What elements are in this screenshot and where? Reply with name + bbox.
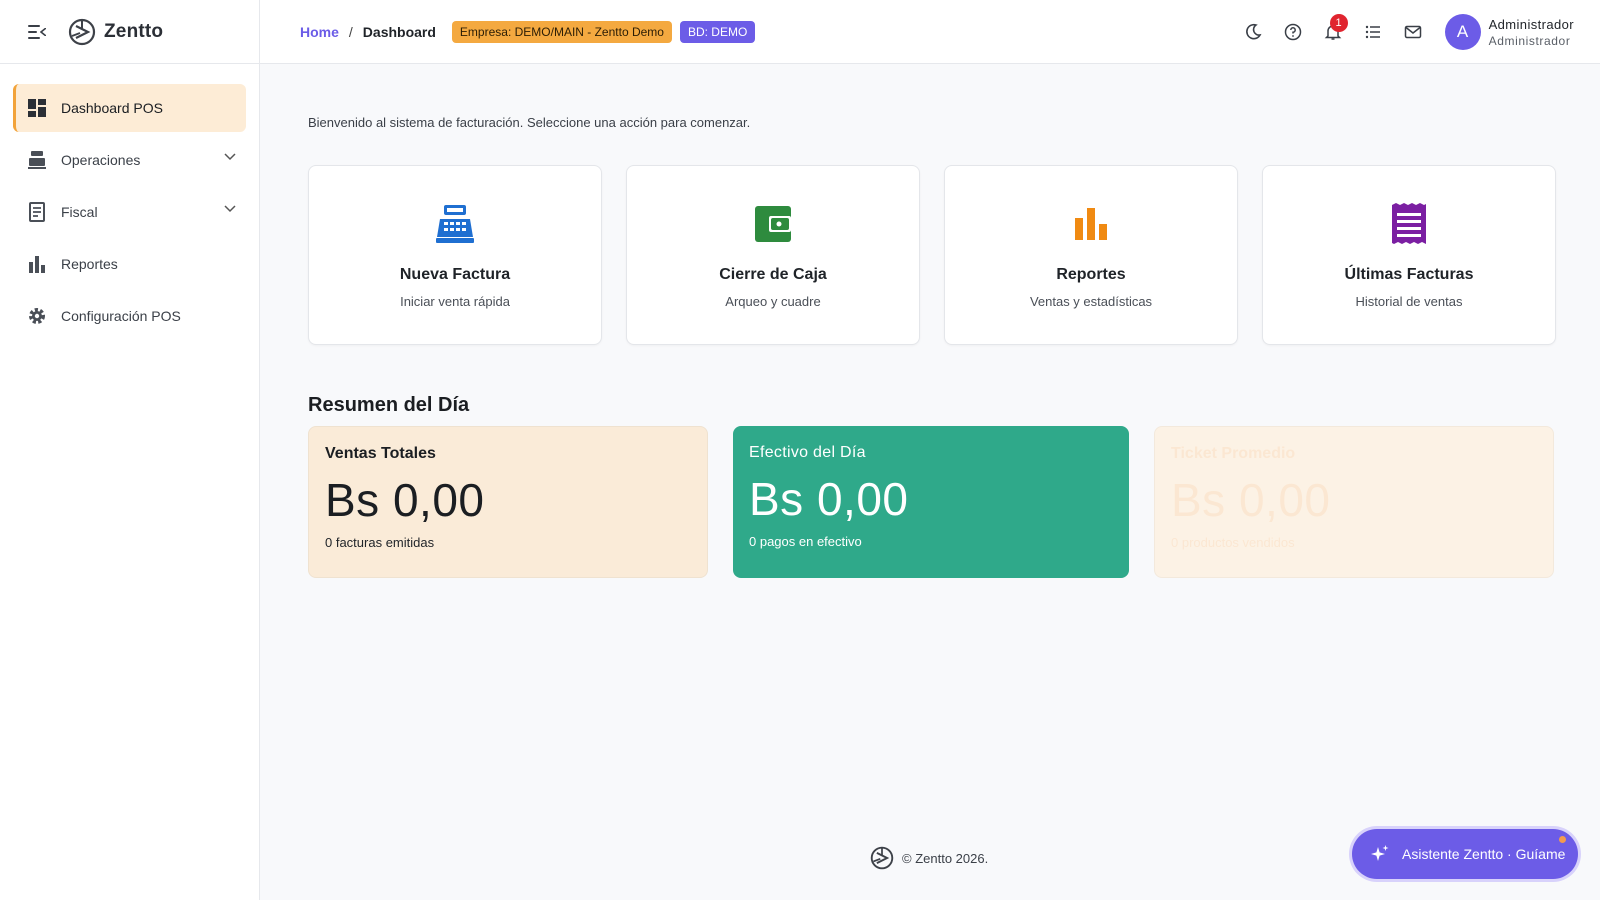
summary-title: Resumen del Día [308, 394, 470, 416]
sidebar-item-operaciones[interactable]: Operaciones [13, 136, 246, 184]
database-badge: BD: DEMO [679, 20, 756, 43]
topbar: Home / Dashboard Empresa: DEMO/MAIN - Ze… [260, 0, 1600, 64]
brand-name: Zentto [104, 20, 164, 42]
zentto-logo-icon [68, 18, 96, 45]
notification-count-badge: 1 [1329, 14, 1348, 32]
sidebar-item-configuracion-pos[interactable]: Configuración POS [13, 292, 246, 340]
cash-register-icon [27, 150, 47, 170]
assistant-button[interactable]: Asistente Zentto · Guíame [1352, 829, 1578, 879]
sidebar: Zentto Dashboard POS Operaciones Fiscal [0, 0, 260, 900]
stat-footnote: 0 facturas emitidas [325, 535, 435, 550]
list-icon[interactable] [1353, 12, 1393, 52]
brand[interactable]: Zentto [68, 18, 163, 46]
assistant-label: Asistente Zentto · Guíame [1402, 846, 1566, 862]
assistant-indicator-dot [1559, 836, 1566, 843]
stat-label: Ventas Totales [325, 445, 436, 462]
breadcrumb-current: Dashboard [362, 23, 436, 40]
quick-actions: Nueva Factura Iniciar venta rápida Cierr… [308, 165, 1556, 345]
welcome-message: Bienvenido al sistema de facturación. Se… [308, 115, 751, 130]
stat-ventas-totales: Ventas Totales Bs 0,00 0 facturas emitid… [308, 426, 708, 578]
stat-efectivo-del-dia: Efectivo del Día Bs 0,00 0 pagos en efec… [733, 426, 1129, 578]
footer: © Zentto 2026. [870, 846, 988, 870]
card-nueva-factura[interactable]: Nueva Factura Iniciar venta rápida [308, 165, 602, 345]
stat-label: Efectivo del Día [749, 444, 866, 461]
sidebar-item-label: Dashboard POS [61, 100, 163, 116]
stat-value: Bs 0,00 [1171, 474, 1331, 526]
card-subtitle: Arqueo y cuadre [725, 294, 821, 309]
card-title: Últimas Facturas [1344, 266, 1474, 283]
bar-chart-icon [1073, 202, 1109, 246]
help-icon[interactable] [1273, 12, 1313, 52]
dark-mode-icon[interactable] [1233, 12, 1273, 52]
card-subtitle: Ventas y estadísticas [1029, 294, 1153, 309]
stat-ticket-promedio: Ticket Promedio Bs 0,00 0 productos vend… [1154, 426, 1554, 578]
sidebar-nav: Dashboard POS Operaciones Fiscal Reporte… [0, 64, 259, 340]
footer-copyright: © Zentto 2026. [902, 850, 989, 866]
avatar: A [1444, 14, 1481, 50]
cash-register-icon [434, 202, 476, 246]
sidebar-item-label: Operaciones [61, 152, 141, 168]
sidebar-item-label: Configuración POS [61, 308, 181, 324]
stat-value: Bs 0,00 [749, 473, 909, 525]
user-menu[interactable]: A Administrador Administrador [1444, 14, 1574, 50]
card-title: Cierre de Caja [719, 266, 827, 283]
notifications-bell-icon[interactable]: 1 [1313, 12, 1353, 52]
stat-label: Ticket Promedio [1171, 445, 1296, 462]
wallet-icon [753, 202, 793, 246]
card-ultimas-facturas[interactable]: Últimas Facturas Historial de ventas [1262, 165, 1556, 345]
card-subtitle: Historial de ventas [1355, 294, 1463, 309]
empresa-badge: Empresa: DEMO/MAIN - Zentto Demo [451, 20, 672, 43]
sparkles-icon [1371, 845, 1389, 861]
user-role: Administrador [1488, 33, 1571, 48]
chevron-down-icon [224, 205, 236, 213]
chevron-down-icon [224, 153, 236, 161]
mail-icon[interactable] [1393, 12, 1433, 52]
stat-value: Bs 0,00 [325, 474, 485, 526]
sidebar-item-dashboard-pos[interactable]: Dashboard POS [13, 84, 246, 132]
user-name: Administrador [1488, 16, 1574, 32]
receipt-icon [27, 202, 47, 222]
gear-icon [27, 306, 47, 326]
zentto-logo-icon [870, 846, 894, 870]
sidebar-item-reportes[interactable]: Reportes [13, 240, 246, 288]
sidebar-item-fiscal[interactable]: Fiscal [13, 188, 246, 236]
sidebar-header: Zentto [0, 0, 259, 64]
card-title: Reportes [1056, 266, 1126, 283]
daily-summary: Ventas Totales Bs 0,00 0 facturas emitid… [308, 426, 1554, 578]
card-subtitle: Iniciar venta rápida [400, 294, 510, 309]
receipt-icon [1390, 202, 1428, 246]
stat-footnote: 0 pagos en efectivo [749, 534, 862, 549]
card-cierre-de-caja[interactable]: Cierre de Caja Arqueo y cuadre [626, 165, 920, 345]
top-actions: 1 A Administrador Administrador [1233, 0, 1600, 64]
card-reportes[interactable]: Reportes Ventas y estadísticas [944, 165, 1238, 345]
stat-footnote: 0 productos vendidos [1171, 535, 1295, 550]
breadcrumb-separator: / [348, 23, 353, 40]
sidebar-item-label: Reportes [61, 256, 118, 272]
breadcrumb-home[interactable]: Home [300, 24, 339, 40]
collapse-menu-icon[interactable] [28, 24, 46, 39]
card-title: Nueva Factura [399, 266, 511, 283]
bar-chart-icon [27, 254, 47, 274]
dashboard-icon [27, 98, 47, 118]
sidebar-item-label: Fiscal [61, 204, 98, 220]
